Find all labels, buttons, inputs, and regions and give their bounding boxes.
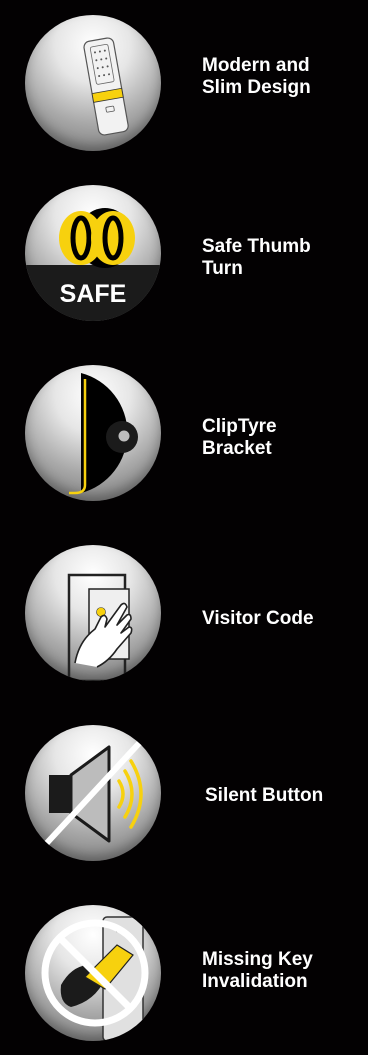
feature-modern-slim-design: Modern and Slim Design (0, 15, 368, 165)
keypad-lock-icon (25, 15, 161, 151)
feature-silent-button: Silent Button (0, 725, 368, 875)
feature-safe-thumb-turn: SAFE Safe Thumb Turn (0, 185, 368, 335)
feature-label: Modern and Slim Design (202, 55, 311, 98)
feature-cliptyre-bracket: ClipTyre Bracket (0, 365, 368, 515)
features-list: Modern and Slim Design SAFE Safe Thumb T… (0, 0, 368, 1042)
feature-label: ClipTyre Bracket (202, 416, 277, 459)
safe-text: SAFE (60, 280, 127, 308)
safe-thumb-turn-icon: SAFE (25, 185, 161, 321)
cliptyre-bracket-icon (25, 365, 161, 501)
mute-speaker-icon (25, 725, 161, 861)
hand-touch-icon (25, 545, 161, 681)
feature-visitor-code: Visitor Code (0, 545, 368, 695)
feature-label: Missing Key Invalidation (202, 949, 313, 992)
feature-label: Visitor Code (202, 608, 314, 629)
no-key-card-icon (25, 905, 161, 1041)
feature-label: Silent Button (205, 785, 324, 806)
feature-label: Safe Thumb Turn (202, 236, 311, 279)
feature-missing-key-invalidation: Missing Key Invalidation (0, 905, 368, 1055)
